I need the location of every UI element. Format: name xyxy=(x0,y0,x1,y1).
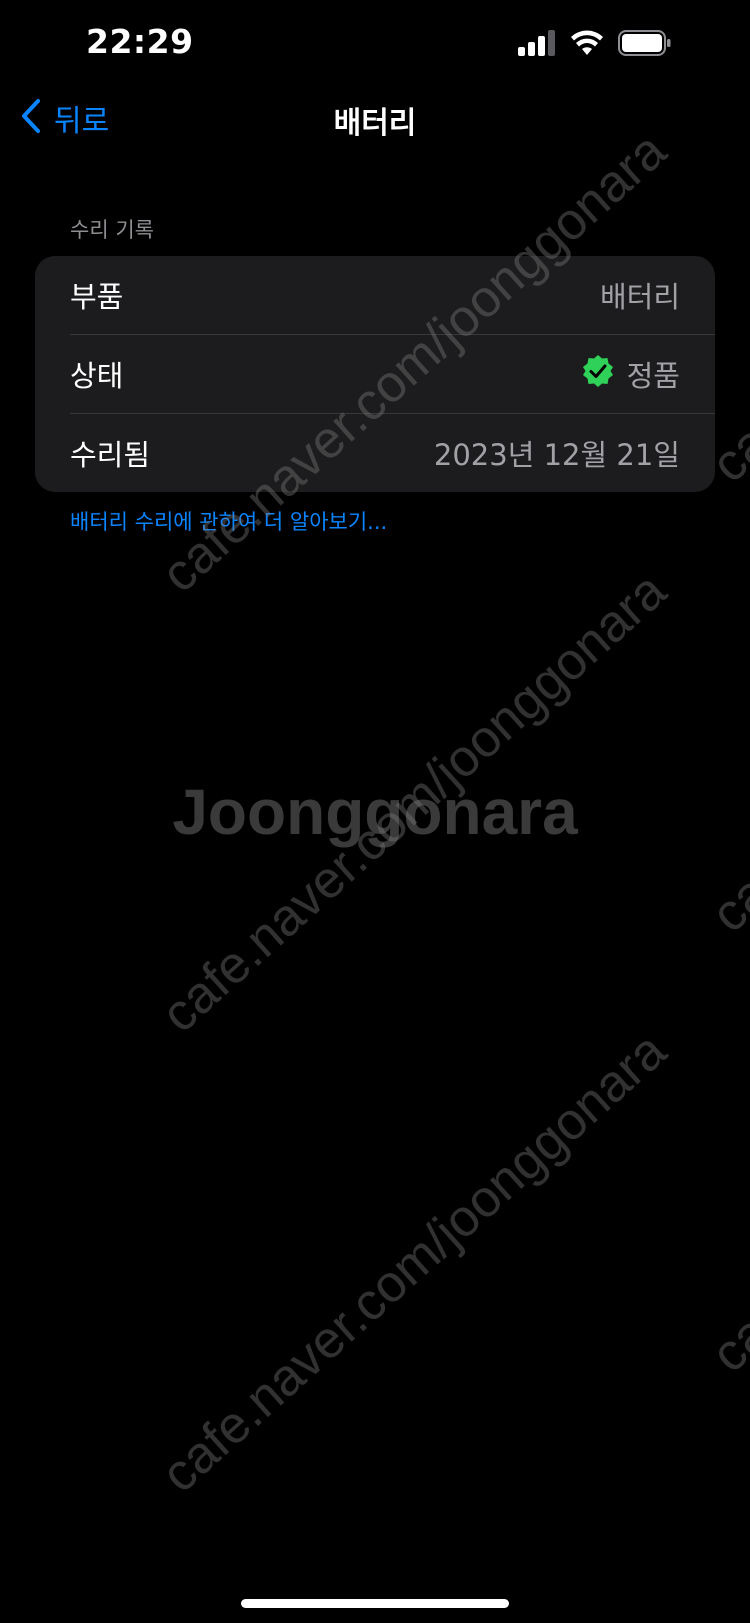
verified-check-icon xyxy=(581,354,615,395)
watermark-logo: Joonggonara xyxy=(172,776,578,848)
row-label: 부품 xyxy=(70,280,124,314)
watermark-text: cafe.naver.com/joonggonara xyxy=(700,901,750,1384)
status-value: 정품 xyxy=(626,359,680,393)
row-value: 배터리 xyxy=(600,274,680,316)
watermark-text: cafe.naver.com/joonggonara xyxy=(700,461,750,944)
row-label: 수리됨 xyxy=(70,438,151,472)
row-part: 부품 배터리 xyxy=(35,256,715,334)
row-value: 2023년 12월 21일 xyxy=(434,432,680,474)
watermark-text: cafe.naver.com/joonggonara xyxy=(150,1021,678,1504)
home-indicator[interactable] xyxy=(241,1599,509,1608)
battery-icon xyxy=(618,30,672,60)
status-time: 22:29 xyxy=(86,22,194,61)
status-icons xyxy=(518,30,672,60)
status-bar: 22:29 xyxy=(0,0,750,90)
row-value: 정품 xyxy=(581,353,680,395)
signal-icon xyxy=(518,30,556,60)
part-value: 배터리 xyxy=(599,280,680,314)
section-header-repair-history: 수리 기록 xyxy=(70,218,154,242)
repaired-date-value: 2023년 12월 21일 xyxy=(433,438,680,472)
row-label: 상태 xyxy=(70,359,124,393)
wifi-icon xyxy=(570,30,604,60)
